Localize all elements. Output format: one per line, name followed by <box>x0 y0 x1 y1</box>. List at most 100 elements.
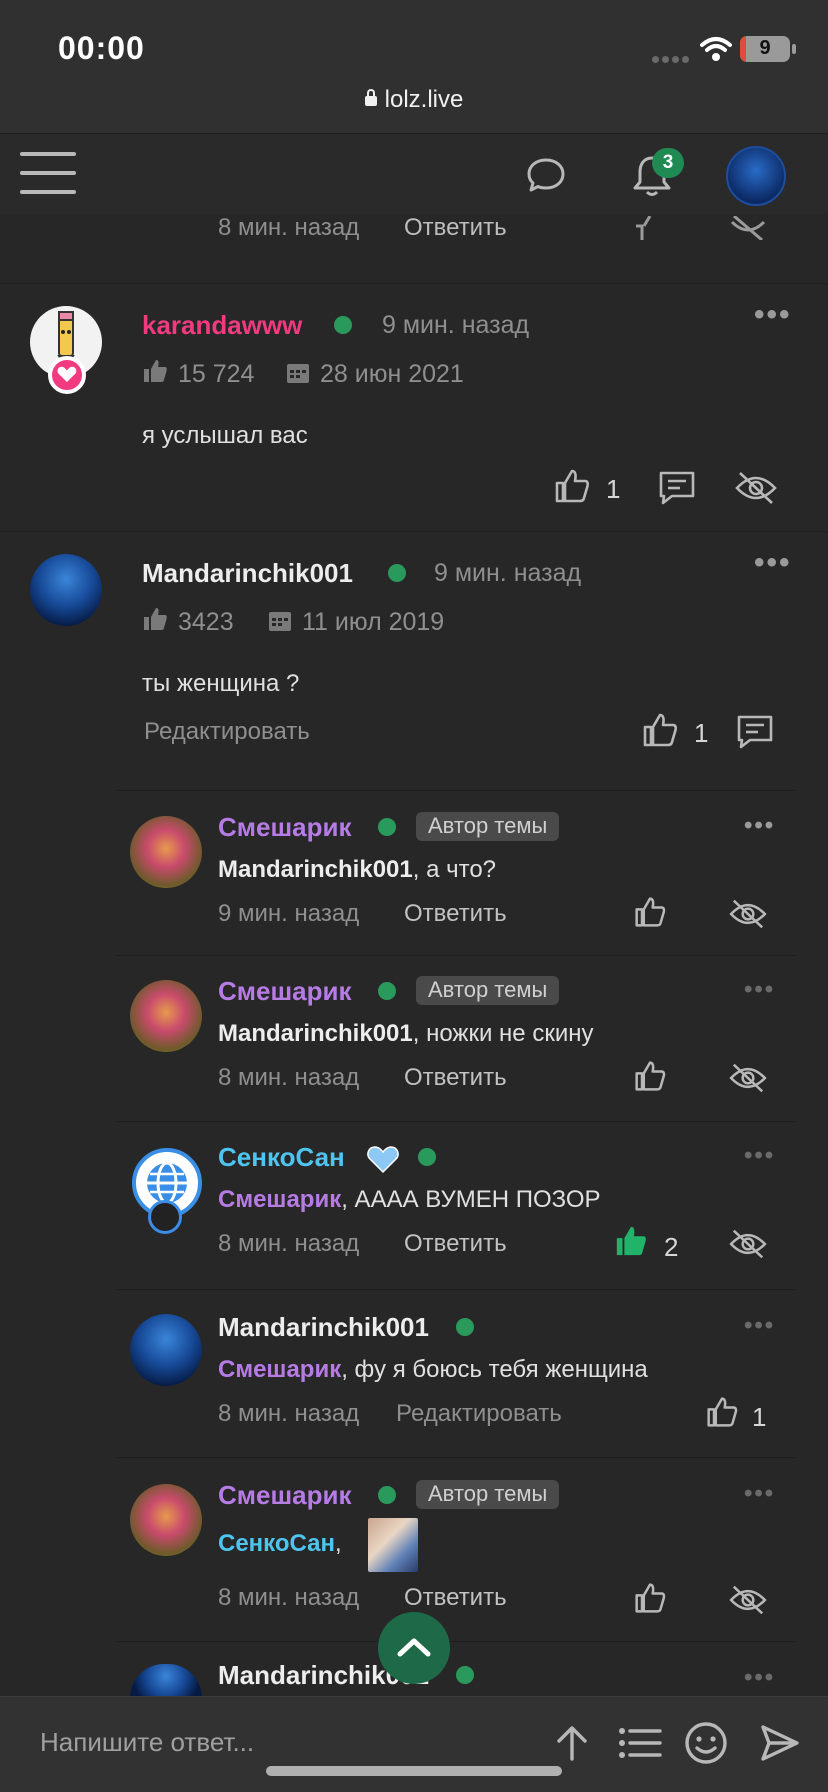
mention[interactable]: Смешарик <box>218 1356 341 1383</box>
more-options-icon[interactable]: ••• <box>744 1312 775 1340</box>
more-options-icon[interactable]: ••• <box>744 812 775 840</box>
emoji-icon[interactable] <box>684 1721 728 1765</box>
avatar[interactable] <box>130 980 202 1052</box>
calendar-icon <box>287 364 309 383</box>
join-date: 28 июн 2021 <box>320 360 464 388</box>
send-icon[interactable] <box>760 1723 800 1763</box>
reply-time: 8 мин. назад <box>218 1064 360 1091</box>
like-icon[interactable] <box>554 468 590 504</box>
online-indicator <box>378 818 396 836</box>
username[interactable]: Смешарик <box>218 812 351 843</box>
more-options-icon[interactable]: ••• <box>754 298 792 332</box>
wifi-icon <box>700 37 732 61</box>
avatar[interactable] <box>130 816 202 888</box>
username[interactable]: Смешарик <box>218 1480 351 1511</box>
like-icon[interactable] <box>706 1396 738 1428</box>
hide-icon[interactable] <box>728 216 768 240</box>
like-icon[interactable] <box>634 896 666 928</box>
reply-item: Mandarinchik001 ••• Смешарик, фу я боюсь… <box>116 1290 796 1458</box>
post-text: ты женщина ? <box>142 670 300 697</box>
online-indicator <box>418 1148 436 1166</box>
online-indicator <box>388 564 406 582</box>
hide-icon[interactable] <box>728 1584 768 1616</box>
menu-icon[interactable] <box>20 152 76 198</box>
reply-text: Mandarinchik001, ножки не скину <box>218 1020 594 1047</box>
like-icon[interactable] <box>634 1582 666 1614</box>
online-indicator <box>378 982 396 1000</box>
username[interactable]: Mandarinchik001 <box>142 558 353 589</box>
like-icon[interactable] <box>634 1060 666 1092</box>
list-icon[interactable] <box>618 1725 662 1761</box>
reply-link[interactable]: Ответить <box>404 900 507 928</box>
avatar[interactable] <box>30 554 102 626</box>
liked-icon[interactable] <box>614 1224 648 1258</box>
like-icon[interactable] <box>642 712 678 748</box>
reply-link[interactable]: Ответить <box>404 1230 507 1258</box>
more-options-icon[interactable]: ••• <box>754 546 792 580</box>
upload-icon[interactable] <box>552 1723 592 1763</box>
heart-icon <box>367 1146 399 1174</box>
reply-time: 8 мин. назад <box>218 1230 360 1257</box>
attached-image[interactable] <box>368 1518 418 1572</box>
username[interactable]: Смешарик <box>218 976 351 1007</box>
avatar[interactable] <box>130 1664 202 1698</box>
user-likes: 3423 <box>178 608 234 636</box>
top-nav: 3 <box>0 134 828 214</box>
comment-icon[interactable] <box>658 470 696 506</box>
chevron-up-icon <box>397 1638 431 1657</box>
username[interactable]: СенкоСан <box>218 1142 345 1173</box>
like-count: 1 <box>606 474 621 504</box>
comment-icon[interactable] <box>736 714 774 750</box>
mention[interactable]: Mandarinchik001 <box>218 1020 413 1047</box>
avatar[interactable] <box>130 1314 202 1386</box>
reply-link[interactable]: Ответить <box>404 214 507 242</box>
avatar[interactable] <box>130 1484 202 1556</box>
shield-badge-icon <box>148 1200 182 1234</box>
reply-link[interactable]: Ответить <box>404 1584 507 1612</box>
reply-text: Смешарик, фу я боюсь тебя женщина <box>218 1356 648 1383</box>
reply-link[interactable]: Ответить <box>404 1064 507 1092</box>
hide-icon[interactable] <box>728 898 768 930</box>
reply-time: 8 мин. назад <box>218 1400 360 1427</box>
battery-icon: 9 <box>740 36 790 62</box>
reply-text: Смешарик, АААА ВУМЕН ПОЗОР <box>218 1186 601 1213</box>
online-indicator <box>334 316 352 334</box>
hide-icon[interactable] <box>728 1228 768 1260</box>
edit-link[interactable]: Редактировать <box>396 1400 562 1428</box>
reply-input[interactable]: Напишите ответ... <box>40 1727 254 1758</box>
more-options-icon[interactable]: ••• <box>744 1664 775 1692</box>
likes-icon <box>144 608 167 630</box>
more-options-icon[interactable]: ••• <box>744 1480 775 1508</box>
hide-icon[interactable] <box>728 1062 768 1094</box>
post: karandawww 9 мин. назад ••• 15 724 28 ию… <box>0 286 828 532</box>
lock-icon <box>364 89 377 106</box>
username[interactable]: karandawww <box>142 310 302 341</box>
clock: 00:00 <box>58 30 145 66</box>
reply-text: СенкоСан, <box>218 1530 342 1557</box>
scroll-to-top-button[interactable] <box>378 1612 450 1684</box>
user-avatar[interactable] <box>726 146 786 206</box>
thumbs-up-icon[interactable] <box>632 216 668 240</box>
user-likes: 15 724 <box>178 360 255 388</box>
like-count: 2 <box>664 1232 679 1262</box>
url-bar[interactable]: lolz.live <box>0 86 828 114</box>
reply-time: 8 мин. назад <box>218 1584 360 1611</box>
post-text: я услышал вас <box>142 422 308 449</box>
like-count: 1 <box>694 718 709 748</box>
post-time: 9 мин. назад <box>382 311 530 339</box>
reply-item: Смешарик Автор темы ••• Mandarinchik001,… <box>116 792 796 956</box>
author-badge: Автор темы <box>416 812 560 841</box>
username[interactable]: Mandarinchik001 <box>218 1312 429 1343</box>
chat-icon[interactable] <box>526 156 566 196</box>
mention[interactable]: Смешарик <box>218 1186 341 1213</box>
mention[interactable]: Mandarinchik001 <box>218 856 413 883</box>
post: Mandarinchik001 9 мин. назад ••• 3423 11… <box>0 532 828 792</box>
more-options-icon[interactable]: ••• <box>744 1142 775 1170</box>
mention[interactable]: СенкоСан <box>218 1530 335 1557</box>
hide-icon[interactable] <box>734 470 778 506</box>
heart-badge-icon <box>48 356 86 394</box>
join-date: 11 июл 2019 <box>302 608 445 636</box>
more-options-icon[interactable]: ••• <box>744 976 775 1004</box>
edit-link[interactable]: Редактировать <box>144 718 310 746</box>
comment-row: 8 мин. назад Ответить <box>0 214 828 284</box>
